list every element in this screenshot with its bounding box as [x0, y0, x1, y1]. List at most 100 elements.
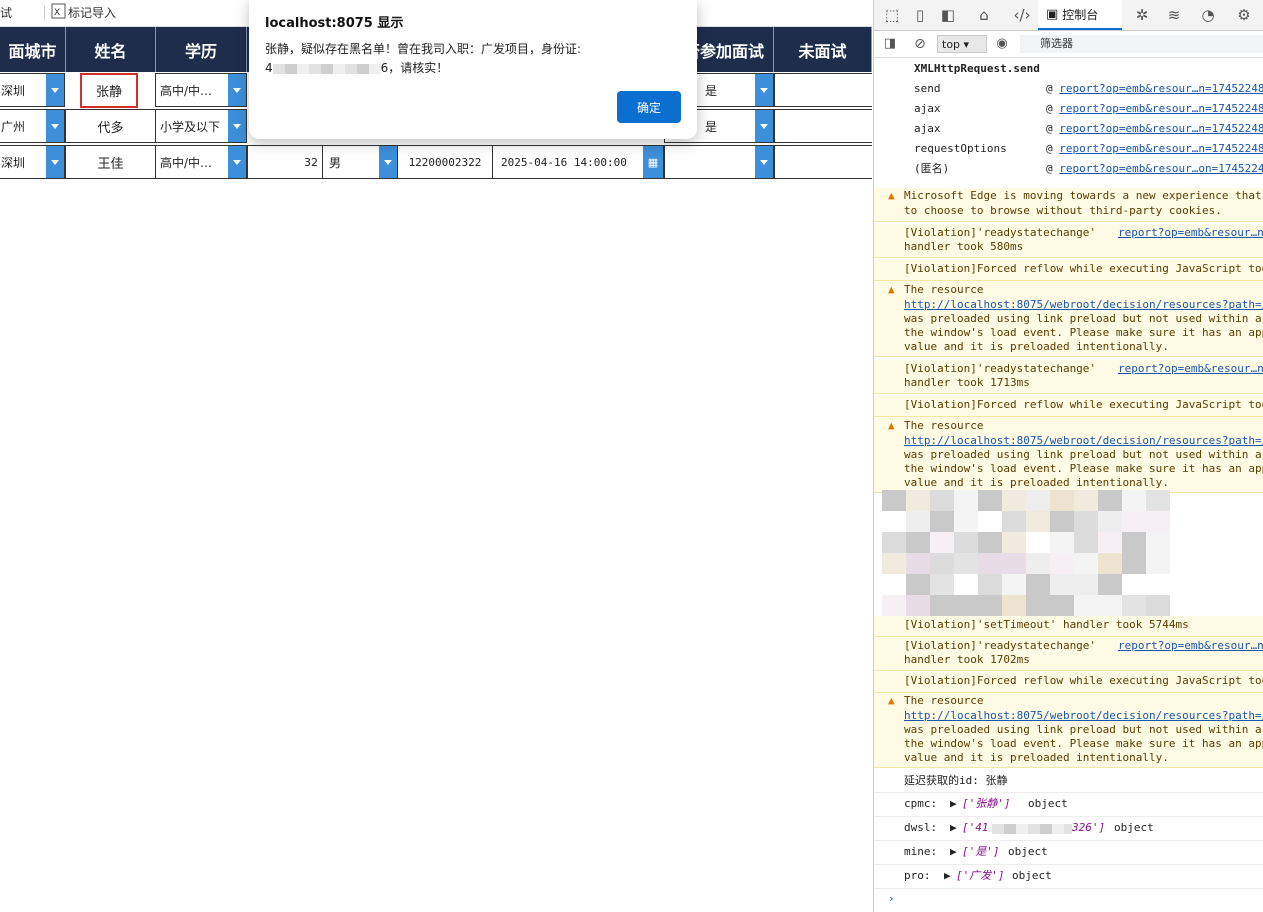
message-text: [Violation]'readystatechange' — [904, 226, 1097, 239]
console-warning: ▲ The resource http://localhost:8075/web… — [874, 282, 1263, 357]
log-line[interactable]: dwsl: ▶ ['41 326'] object — [874, 818, 1263, 841]
performance-icon[interactable]: ◔ — [1198, 5, 1218, 25]
clear-console-icon[interactable]: ⊘ — [910, 34, 930, 54]
cell-no-interview[interactable] — [774, 145, 872, 179]
cell-name[interactable]: 王佳 — [65, 145, 156, 179]
toolbar-divider — [44, 6, 45, 20]
resource-link[interactable]: http://localhost:8075/webroot/decision/r… — [904, 298, 1263, 313]
dialog-message-prefix: 4 — [265, 61, 273, 75]
frame-link[interactable]: report?op=emb&resour…n=17452248 — [1059, 122, 1263, 135]
mosaic-tile — [954, 595, 978, 616]
frame-link[interactable]: report?op=emb&resour…n=17452248 — [1059, 102, 1263, 115]
mosaic-tile — [1026, 595, 1050, 616]
cell-education[interactable]: 高中/中… — [155, 73, 247, 107]
frame-link[interactable]: report?op=emb&resour…n=17452248 — [1059, 142, 1263, 155]
mosaic-tile — [954, 490, 978, 511]
expand-triangle-icon[interactable]: ▶ — [950, 845, 957, 860]
dropdown-arrow-icon[interactable] — [46, 74, 64, 106]
cell-city[interactable]: 广州 — [0, 109, 65, 143]
device-toolbar-icon[interactable]: ▯ — [910, 5, 930, 25]
log-type: object — [1114, 821, 1154, 834]
mosaic-tile — [1050, 490, 1074, 511]
cell-time[interactable]: 2025-04-16 14:00:00 ▦ — [492, 145, 664, 179]
frame-link[interactable]: report?op=emb&resour…on=17452248 — [1059, 162, 1263, 175]
dropdown-arrow-icon[interactable] — [228, 110, 246, 142]
message-text: handler took 1713ms — [904, 376, 1030, 389]
excel-icon[interactable]: X — [51, 3, 66, 22]
mosaic-tile — [1098, 511, 1122, 532]
log-line[interactable]: pro: ▶ ['广发'] object — [874, 866, 1263, 889]
console-prompt[interactable]: › — [874, 890, 1263, 910]
cell-gender[interactable]: 男 — [322, 145, 398, 179]
city-value: 广州 — [1, 119, 26, 134]
log-line[interactable]: mine: ▶ ['是'] object — [874, 842, 1263, 865]
message-link[interactable]: report?op=emb&resour…n — [1118, 226, 1263, 241]
resource-link[interactable]: http://localhost:8075/webroot/decision/r… — [904, 709, 1263, 724]
expand-triangle-icon[interactable]: ▶ — [950, 821, 957, 836]
message-text: value and it is preloaded intentionally. — [904, 476, 1169, 489]
sidebar-toggle-icon[interactable]: ◨ — [880, 34, 900, 54]
cell-phone[interactable]: 12200002322 — [397, 145, 493, 179]
message-text: the window's load event. Please make sur… — [904, 462, 1263, 475]
message-text: [Violation]Forced reflow while executing… — [904, 262, 1263, 275]
message-link[interactable]: report?op=emb&resour…n — [1118, 362, 1263, 377]
mosaic-tile — [882, 490, 906, 511]
warning-icon: ▲ — [888, 419, 895, 432]
resource-link[interactable]: http://localhost:8075/webroot/decision/r… — [904, 434, 1263, 449]
warning-icon: ▲ — [888, 189, 895, 202]
cell-no-interview[interactable] — [774, 73, 872, 107]
dropdown-arrow-icon[interactable] — [228, 146, 246, 178]
mark-import-button[interactable]: 标记导入 — [68, 4, 116, 21]
dropdown-arrow-icon[interactable] — [46, 110, 64, 142]
context-select[interactable]: top ▾ — [937, 35, 987, 53]
cell-education[interactable]: 高中/中… — [155, 145, 247, 179]
dropdown-arrow-icon[interactable] — [755, 74, 773, 106]
cell-city[interactable]: 深圳 — [0, 145, 65, 179]
cell-name[interactable]: 代多 — [65, 109, 156, 143]
alert-dialog: localhost:8075 显示 张静，疑似存在黑名单！曾在我司入职：广发项目… — [249, 0, 697, 139]
dock-side-icon[interactable]: ◧ — [938, 5, 958, 25]
home-icon[interactable]: ⌂ — [974, 5, 994, 25]
cell-attend[interactable] — [664, 145, 774, 179]
mosaic-tile — [1122, 553, 1146, 574]
ok-button[interactable]: 确定 — [617, 91, 681, 123]
message-link[interactable]: report?op=emb&resour…n — [1118, 639, 1263, 654]
message-text: [Violation]Forced reflow while executing… — [904, 398, 1263, 411]
bug-icon[interactable]: ✲ — [1132, 5, 1152, 25]
cell-education[interactable]: 小学及以下 — [155, 109, 247, 143]
cell-no-interview[interactable] — [774, 109, 872, 143]
mosaic-tile — [930, 490, 954, 511]
filter-input[interactable]: 筛选器 — [1020, 35, 1263, 53]
mosaic-tile — [1002, 532, 1026, 553]
stack-frame: ajax @ report?op=emb&resour…n=17452248 — [914, 102, 1263, 115]
dropdown-arrow-icon[interactable] — [755, 110, 773, 142]
expand-triangle-icon[interactable]: ▶ — [950, 797, 957, 812]
cell-city[interactable]: 深圳 — [0, 73, 65, 107]
log-line: 延迟获取的id: 张静 — [874, 772, 1263, 793]
mosaic-tile — [1122, 511, 1146, 532]
expand-triangle-icon[interactable]: ▶ — [944, 869, 951, 884]
toolbar-item-partial[interactable]: 试 — [0, 4, 12, 21]
dropdown-arrow-icon[interactable] — [379, 146, 397, 178]
wifi-icon[interactable]: ≋ — [1164, 5, 1184, 25]
eye-icon[interactable]: ◉ — [992, 34, 1012, 54]
log-line[interactable]: cpmc: ▶ ['张静'] object — [874, 794, 1263, 817]
gear-icon[interactable]: ⚙ — [1234, 5, 1254, 25]
mosaic-tile — [954, 511, 978, 532]
header-name: 姓名 — [66, 27, 156, 72]
tab-console[interactable]: ▣ 控制台 — [1038, 0, 1122, 30]
calendar-icon[interactable]: ▦ — [643, 146, 663, 178]
console-violation: [Violation]'readystatechange' report?op=… — [874, 360, 1263, 394]
education-value: 高中/中… — [160, 83, 213, 98]
frame-fn: requestOptions — [914, 142, 1007, 155]
inspect-element-icon[interactable]: ⬚ — [882, 5, 902, 25]
message-text: the window's load event. Please make sur… — [904, 326, 1263, 339]
cell-name[interactable]: 张静 — [80, 73, 138, 108]
elements-code-icon[interactable]: ‹/› — [1012, 5, 1032, 25]
mosaic-tile — [906, 490, 930, 511]
frame-link[interactable]: report?op=emb&resour…n=17452248 — [1059, 82, 1263, 95]
dropdown-arrow-icon[interactable] — [228, 74, 246, 106]
dropdown-arrow-icon[interactable] — [46, 146, 64, 178]
cell-age[interactable]: 32 — [247, 145, 323, 179]
dropdown-arrow-icon[interactable] — [755, 146, 773, 178]
